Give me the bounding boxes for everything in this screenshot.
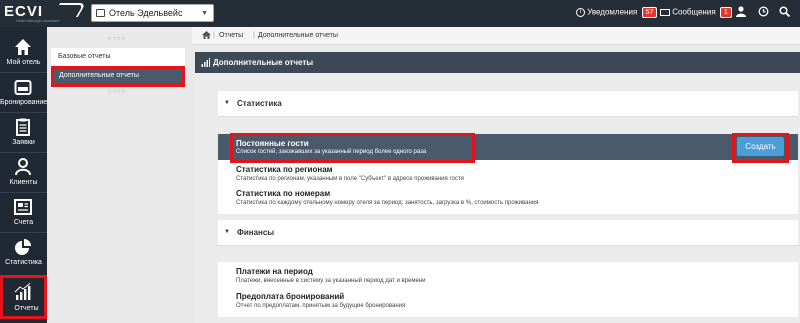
section-title: Финансы [237,228,275,237]
highlight-frame [230,133,475,163]
clipboard-icon [16,118,30,136]
breadcrumb-separator: | [213,32,215,39]
nav-item-requests[interactable]: Заявки [0,110,47,150]
bed-icon [14,80,32,95]
history-icon[interactable] [757,6,769,20]
panel-title: Дополнительные отчеты [213,58,314,67]
caret-down-icon: ▼ [224,229,230,235]
nav-item-my-hotel[interactable]: Мой отель [0,30,47,70]
section-header-finance[interactable]: ▼ Финансы [218,220,798,246]
search-icon[interactable] [778,6,790,20]
create-report-button[interactable]: Создать [737,137,784,156]
user-icon[interactable] [735,6,747,20]
breadcrumb-item-reports[interactable]: Отчеты [219,32,243,39]
submenu-item-additional-reports[interactable]: Дополнительные отчеты [51,66,185,87]
invoice-icon [14,199,32,215]
hotel-select[interactable]: Отель Эдельвейс ▼ [91,4,214,22]
report-description: Отчет по предоплатам, принятым за будущи… [236,303,406,309]
report-title: Статистика по номерам [236,189,331,198]
report-item-prepayments[interactable]: Предоплата бронирований Отчет по предопл… [218,290,798,314]
nav-label: Клиенты [9,179,38,186]
messages-label: Сообщения [672,7,716,17]
messages-button[interactable]: Сообщения 1 [660,7,732,18]
logo-wing-icon [51,3,87,17]
notifications-label: Уведомления [587,7,638,17]
person-icon [15,158,31,176]
top-bar: ECVI Hotel Manager Assistant Отель Эдель… [0,0,800,27]
nav-label: Мой отель [6,59,41,66]
breadcrumb-item-additional: Дополнительные отчеты [258,32,338,39]
report-title: Платежи на период [236,267,313,276]
notifications-button[interactable]: i Уведомления 57 [576,7,658,18]
submenu-item-basic-reports[interactable]: Базовые отчеты [51,48,185,66]
nav-label: Бронирование [0,99,48,106]
messages-badge: 1 [719,7,732,18]
chevron-down-icon: ▼ [201,10,208,17]
report-title: Статистика по регионам [236,165,333,174]
report-item-regions[interactable]: Статистика по регионам Статистика по рег… [218,163,798,187]
caret-down-icon: ▼ [224,100,230,106]
nav-item-clients[interactable]: Клиенты [0,150,47,190]
section-header-statistics[interactable]: ▼ Статистика [218,91,798,117]
report-description: Платежи, внесенные в систему за указанны… [236,278,426,284]
reports-submenu: ○○○○ Базовые отчеты Дополнительные отчет… [47,27,187,323]
nav-item-invoices[interactable]: Счета [0,190,47,230]
report-title: Предоплата бронирований [236,292,345,301]
home-icon [15,39,31,55]
report-description: Статистика по каждому отельному номеру о… [236,200,539,206]
breadcrumb: | Отчеты | Дополнительные отчеты [192,27,800,45]
nav-label: Отчеты [14,305,39,312]
panel-header: Дополнительные отчеты [195,52,800,73]
submenu-grip: ○○○○ [107,36,127,42]
pie-chart-icon [15,239,31,255]
left-navigation: Мой отель Бронирование Заявки Клиенты Сч… [0,27,47,323]
info-icon: i [576,8,585,17]
bar-chart-icon [14,283,31,300]
home-icon[interactable] [202,31,211,41]
report-item-rooms[interactable]: Статистика по номерам Статистика по кажд… [218,187,798,211]
nav-item-booking[interactable]: Бронирование [0,70,47,110]
nav-item-reports[interactable]: Отчеты [0,275,47,319]
hotel-select-value: Отель Эдельвейс [109,8,183,18]
nav-label: Счета [13,219,34,226]
section-finance-list: Платежи на период Платежи, внесенные в с… [218,262,798,317]
bar-chart-icon [201,58,210,67]
nav-label: Заявки [12,139,35,146]
report-item-payments[interactable]: Платежи на период Платежи, внесенные в с… [218,265,798,289]
app-logo[interactable]: ECVI Hotel Manager Assistant [4,3,87,25]
nav-item-statistics[interactable]: Статистика [0,230,47,270]
report-description: Статистика по регионам, указанным в поле… [236,176,464,182]
submenu-grip: ○○○○ [107,89,127,95]
breadcrumb-separator: | [253,32,255,39]
section-title: Статистика [237,99,282,108]
mail-icon [660,9,670,16]
nav-label: Статистика [5,259,42,266]
hotel-icon [96,9,105,17]
notifications-badge: 57 [641,7,658,18]
logo-subtitle: Hotel Manager Assistant [16,18,60,23]
